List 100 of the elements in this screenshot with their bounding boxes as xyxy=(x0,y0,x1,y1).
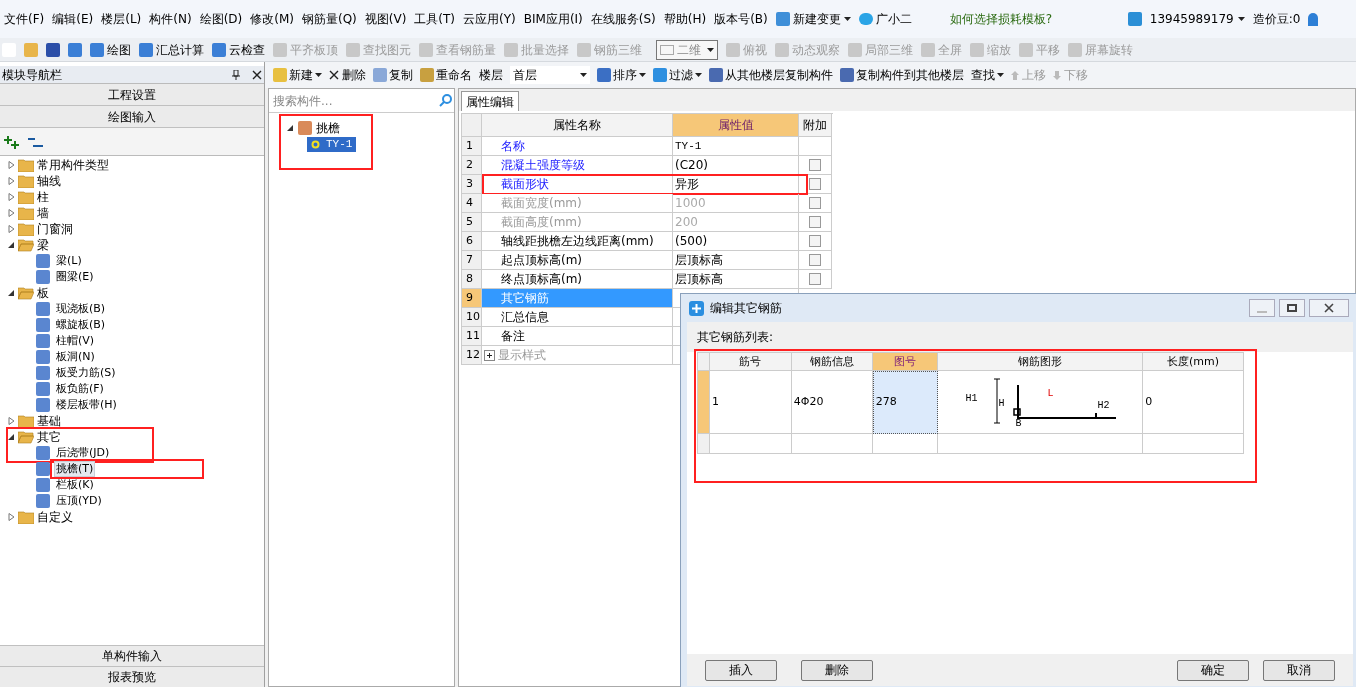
tree-item[interactable]: 轴线 xyxy=(37,173,61,189)
tree-item[interactable]: 基础 xyxy=(37,413,61,429)
menu-item[interactable]: 修改(M) xyxy=(250,10,294,28)
section-header[interactable]: 报表预览 xyxy=(0,666,264,687)
dialog-button[interactable]: 删除 xyxy=(801,659,873,681)
tree-item[interactable]: 楼层板带(H) xyxy=(54,397,119,413)
property-name: 汇总信息 xyxy=(501,309,549,326)
menu-item[interactable]: 帮助(H) xyxy=(663,10,707,28)
dialog-button[interactable]: 取消 xyxy=(1263,659,1335,681)
dialog-button[interactable]: 确定 xyxy=(1177,659,1249,681)
menu-item[interactable]: 工具(T) xyxy=(414,10,456,28)
delete-button[interactable]: 删除 xyxy=(329,66,366,84)
menu-item[interactable]: BIM应用(I) xyxy=(523,10,583,28)
collapsed-arrow-icon[interactable] xyxy=(8,513,15,521)
expand-icon[interactable] xyxy=(484,349,495,361)
maximize-button[interactable] xyxy=(1279,299,1305,317)
collapsed-arrow-icon[interactable] xyxy=(8,417,15,425)
collapsed-arrow-icon[interactable] xyxy=(8,193,15,201)
section-header[interactable]: 单构件输入 xyxy=(0,645,264,666)
tree-item[interactable]: 挑檐 xyxy=(316,118,340,137)
tree-item[interactable]: 常用构件类型 xyxy=(37,157,109,173)
menu-item[interactable]: 编辑(E) xyxy=(52,10,94,28)
tree-item[interactable]: 墙 xyxy=(37,205,49,221)
toolbar-button[interactable]: 云检查 xyxy=(212,40,265,59)
toolbar-button[interactable]: 绘图 xyxy=(90,40,131,59)
property-value: 异形 xyxy=(673,175,799,194)
collapsed-arrow-icon[interactable] xyxy=(8,225,15,233)
expand-all-icon[interactable] xyxy=(4,134,20,149)
copy-to-floor-button[interactable]: 复制构件到其他楼层 xyxy=(840,66,964,84)
filter-button[interactable]: 过滤 xyxy=(653,66,702,84)
menu-item[interactable]: 文件(F) xyxy=(4,10,45,28)
tab[interactable]: 属性编辑 xyxy=(461,91,519,111)
tree-item[interactable]: 挑檐(T) xyxy=(54,461,96,477)
table-cell[interactable]: 278 xyxy=(872,371,938,434)
pin-icon[interactable] xyxy=(232,69,240,80)
copy-button[interactable]: 复制 xyxy=(373,66,413,84)
new-button[interactable]: 新建 xyxy=(273,66,322,84)
tree-item[interactable]: 自定义 xyxy=(37,509,73,525)
delete-icon[interactable] xyxy=(329,70,339,80)
caret-icon xyxy=(707,47,714,52)
new-change-button[interactable]: 新建变更 xyxy=(775,10,851,28)
expanded-arrow-icon[interactable] xyxy=(8,241,15,249)
tree-item[interactable]: TY-1 xyxy=(307,137,357,152)
expanded-arrow-icon[interactable] xyxy=(8,289,15,297)
tree-item[interactable]: 螺旋板(B) xyxy=(54,317,108,333)
close-icon[interactable] xyxy=(252,69,262,80)
find-button[interactable]: 查找 xyxy=(971,66,1004,84)
view-select[interactable]: 二维 xyxy=(656,39,718,60)
dialog-button[interactable]: 插入 xyxy=(705,659,777,681)
collapsed-arrow-icon[interactable] xyxy=(8,209,15,217)
menu-item[interactable]: 视图(V) xyxy=(364,10,407,28)
menu-item[interactable]: 楼层(L) xyxy=(101,10,142,28)
tree-item[interactable]: 其它 xyxy=(37,429,61,445)
tip-link[interactable]: 如何选择损耗模板? xyxy=(949,10,1120,28)
tree-item[interactable]: 圈梁(E) xyxy=(54,269,96,285)
account-button[interactable]: 13945989179 xyxy=(1149,10,1245,28)
menu-item[interactable]: 构件(N) xyxy=(149,10,192,28)
menu-item[interactable]: 在线服务(S) xyxy=(590,10,656,28)
checkbox[interactable] xyxy=(809,159,821,171)
tree-item[interactable]: 现浇板(B) xyxy=(54,301,108,317)
checkbox[interactable] xyxy=(809,197,821,209)
tree-item[interactable]: 后浇带(JD) xyxy=(54,445,112,461)
toolbar-button[interactable]: 汇总计算 xyxy=(139,40,204,59)
menu-item[interactable]: 云应用(Y) xyxy=(463,10,516,28)
checkbox[interactable] xyxy=(809,254,821,266)
checkbox[interactable] xyxy=(809,216,821,228)
menu-item[interactable]: 绘图(D) xyxy=(199,10,243,28)
tree-item[interactable]: 门窗洞 xyxy=(37,221,73,237)
collapsed-arrow-icon[interactable] xyxy=(8,177,15,185)
rename-button[interactable]: 重命名 xyxy=(420,66,472,84)
collapse-all-icon[interactable] xyxy=(28,135,44,148)
sort-button[interactable]: 排序 xyxy=(597,66,646,84)
tree-item[interactable]: 板洞(N) xyxy=(54,349,97,365)
tree-item[interactable]: 柱帽(V) xyxy=(54,333,97,349)
tree-item[interactable]: 板 xyxy=(37,285,49,301)
tree-item[interactable]: 板负筋(F) xyxy=(54,381,106,397)
tree-item[interactable]: 柱 xyxy=(37,189,49,205)
table-cell[interactable] xyxy=(872,434,938,454)
tree-item[interactable]: 栏板(K) xyxy=(54,477,96,493)
floor-select[interactable]: 首层 xyxy=(510,66,590,84)
tree-item[interactable]: 梁 xyxy=(37,237,49,253)
menu-item[interactable]: 钢筋量(Q) xyxy=(301,10,357,28)
expanded-arrow-icon[interactable] xyxy=(287,123,294,132)
checkbox[interactable] xyxy=(809,273,821,285)
checkbox[interactable] xyxy=(809,178,821,190)
section-header[interactable]: 绘图输入 xyxy=(0,106,264,128)
search-field[interactable]: 搜索构件... xyxy=(271,90,439,111)
search-icon[interactable] xyxy=(439,94,452,107)
tree-item[interactable]: 板受力筋(S) xyxy=(54,365,118,381)
section-header[interactable]: 工程设置 xyxy=(0,84,264,106)
expanded-arrow-icon[interactable] xyxy=(8,433,15,441)
tree-item[interactable]: 梁(L) xyxy=(54,253,84,269)
assistant-button[interactable]: 广小二 xyxy=(858,10,912,28)
close-button[interactable] xyxy=(1309,299,1349,317)
tree-item[interactable]: 压顶(YD) xyxy=(54,493,104,509)
copy-from-floor-button[interactable]: 从其他楼层复制构件 xyxy=(709,66,833,84)
collapsed-arrow-icon[interactable] xyxy=(8,161,15,169)
checkbox[interactable] xyxy=(809,235,821,247)
row-number: 5 xyxy=(462,213,482,232)
menu-item[interactable]: 版本号(B) xyxy=(714,10,768,28)
